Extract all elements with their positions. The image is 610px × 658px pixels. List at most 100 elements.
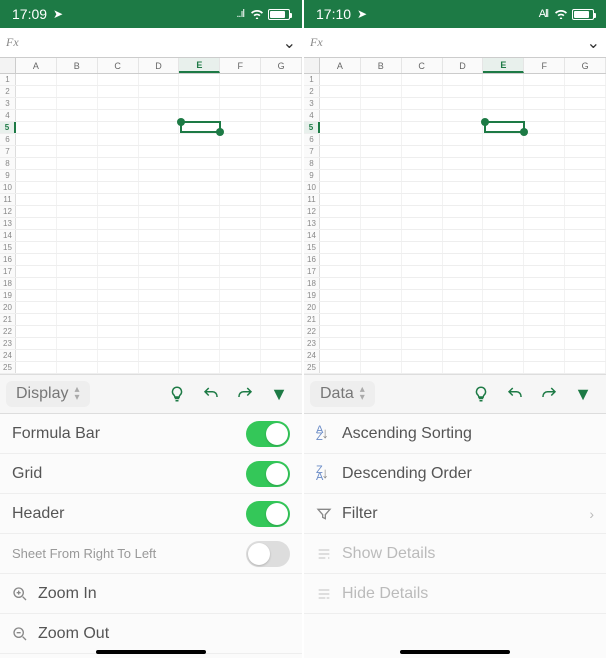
cell[interactable] (361, 218, 402, 229)
row-header[interactable]: 16 (304, 254, 320, 265)
cell[interactable] (361, 182, 402, 193)
cell[interactable] (261, 362, 302, 373)
cell[interactable] (565, 290, 606, 301)
redo-icon[interactable] (228, 377, 262, 411)
cell[interactable] (320, 266, 361, 277)
row-header[interactable]: 1 (304, 74, 320, 85)
cell[interactable] (261, 74, 302, 85)
cell[interactable] (98, 326, 139, 337)
row-header[interactable]: 7 (0, 146, 16, 157)
cell[interactable] (16, 182, 57, 193)
cell[interactable] (179, 122, 220, 133)
cell[interactable] (524, 182, 565, 193)
cell[interactable] (98, 86, 139, 97)
row-header[interactable]: 22 (0, 326, 16, 337)
cell[interactable] (261, 302, 302, 313)
cell[interactable] (320, 74, 361, 85)
cell[interactable] (361, 350, 402, 361)
cell[interactable] (220, 206, 261, 217)
cell[interactable] (320, 146, 361, 157)
cell[interactable] (483, 362, 524, 373)
cell[interactable] (98, 122, 139, 133)
cell[interactable] (139, 146, 180, 157)
cell[interactable] (443, 278, 484, 289)
cell[interactable] (179, 230, 220, 241)
row-header[interactable]: 2 (0, 86, 16, 97)
cell[interactable] (320, 134, 361, 145)
select-all-corner[interactable] (0, 58, 16, 73)
cell[interactable] (483, 230, 524, 241)
row-header[interactable]: 12 (0, 206, 16, 217)
cell[interactable] (261, 170, 302, 181)
cell[interactable] (524, 122, 565, 133)
cell[interactable] (483, 218, 524, 229)
cell[interactable] (361, 122, 402, 133)
cell[interactable] (57, 338, 98, 349)
row-header[interactable]: 1 (0, 74, 16, 85)
option-formula-bar[interactable]: Formula Bar (0, 414, 302, 454)
cell[interactable] (320, 122, 361, 133)
cell[interactable] (565, 146, 606, 157)
row-header[interactable]: 6 (304, 134, 320, 145)
cell[interactable] (139, 278, 180, 289)
cell[interactable] (320, 230, 361, 241)
cell[interactable] (402, 134, 443, 145)
cell[interactable] (179, 254, 220, 265)
mode-picker[interactable]: Data ▴▾ (310, 381, 375, 407)
row-header[interactable]: 9 (0, 170, 16, 181)
cell[interactable] (261, 146, 302, 157)
cell[interactable] (16, 302, 57, 313)
cell[interactable] (402, 266, 443, 277)
cell[interactable] (139, 122, 180, 133)
cell[interactable] (261, 242, 302, 253)
column-header[interactable]: E (483, 58, 524, 73)
cell[interactable] (261, 110, 302, 121)
cell[interactable] (16, 74, 57, 85)
cell[interactable] (524, 98, 565, 109)
cell[interactable] (220, 230, 261, 241)
cell[interactable] (261, 278, 302, 289)
cell[interactable] (16, 218, 57, 229)
cell[interactable] (261, 122, 302, 133)
cell[interactable] (98, 74, 139, 85)
cell[interactable] (320, 206, 361, 217)
cell[interactable] (139, 170, 180, 181)
cell[interactable] (483, 170, 524, 181)
cell[interactable] (139, 266, 180, 277)
cell[interactable] (220, 326, 261, 337)
cell[interactable] (139, 338, 180, 349)
cell[interactable] (361, 242, 402, 253)
cell[interactable] (443, 86, 484, 97)
cell[interactable] (98, 182, 139, 193)
cell[interactable] (565, 326, 606, 337)
cell[interactable] (179, 290, 220, 301)
cell[interactable] (57, 314, 98, 325)
cell[interactable] (179, 194, 220, 205)
lightbulb-icon[interactable] (464, 377, 498, 411)
cell[interactable] (361, 194, 402, 205)
cell[interactable] (483, 290, 524, 301)
home-indicator[interactable] (400, 650, 510, 654)
cell[interactable] (320, 98, 361, 109)
cell[interactable] (139, 290, 180, 301)
cell[interactable] (57, 302, 98, 313)
cell[interactable] (524, 326, 565, 337)
column-header[interactable]: B (57, 58, 98, 73)
row-header[interactable]: 17 (304, 266, 320, 277)
row-header[interactable]: 16 (0, 254, 16, 265)
cell[interactable] (220, 170, 261, 181)
row-header[interactable]: 25 (304, 362, 320, 373)
toggle-grid[interactable] (246, 461, 290, 487)
row-header[interactable]: 24 (0, 350, 16, 361)
cell[interactable] (139, 242, 180, 253)
cell[interactable] (443, 326, 484, 337)
row-header[interactable]: 23 (304, 338, 320, 349)
cell[interactable] (402, 122, 443, 133)
cell[interactable] (524, 134, 565, 145)
cell[interactable] (16, 254, 57, 265)
cell[interactable] (443, 314, 484, 325)
cell[interactable] (402, 242, 443, 253)
cell[interactable] (443, 98, 484, 109)
cell[interactable] (261, 338, 302, 349)
cell[interactable] (139, 218, 180, 229)
